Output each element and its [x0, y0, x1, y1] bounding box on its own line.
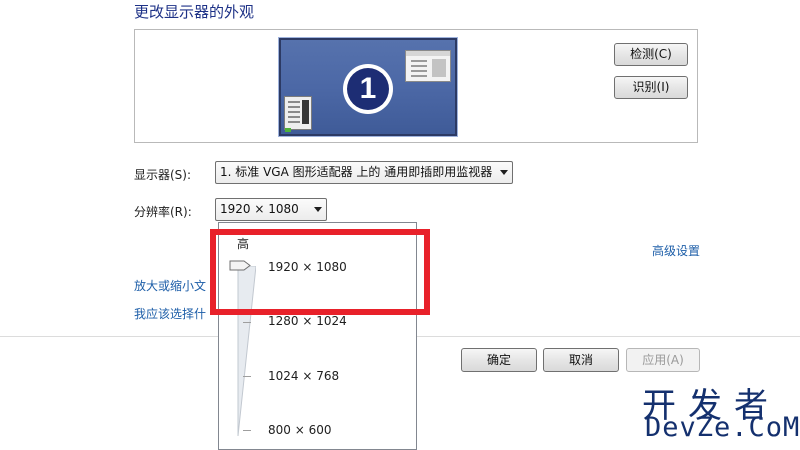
start-button-icon [285, 128, 291, 132]
identify-button[interactable]: 识别(I) [614, 76, 688, 99]
monitor-number-badge: 1 [343, 64, 393, 114]
mini-window-icon [405, 50, 451, 82]
display-label: 显示器(S): [134, 168, 192, 182]
which-settings-link[interactable]: 我应该选择什 [134, 305, 206, 322]
watermark-url: DevZe.CoM [645, 412, 800, 443]
resolution-label: 分辨率(R): [134, 205, 192, 219]
cancel-button[interactable]: 取消 [543, 348, 619, 372]
resolution-option[interactable]: 1280 × 1024 [268, 314, 347, 328]
chevron-down-icon [314, 207, 322, 212]
resolution-option[interactable]: 1024 × 768 [268, 369, 339, 383]
advanced-settings-link[interactable]: 高级设置 [652, 242, 700, 259]
slider-tick [243, 322, 251, 323]
highlight-annotation [210, 229, 430, 315]
resolution-select[interactable]: 1920 × 1080 [215, 198, 327, 221]
resolution-option[interactable]: 800 × 600 [268, 423, 332, 437]
display-select-value: 1. 标准 VGA 图形适配器 上的 通用即插即用监视器 [220, 165, 493, 179]
ok-button[interactable]: 确定 [461, 348, 537, 372]
apply-button[interactable]: 应用(A) [626, 348, 700, 372]
monitor-number: 1 [347, 68, 389, 110]
mini-panel-icon [284, 96, 312, 130]
slider-tick [243, 376, 251, 377]
page-title: 更改显示器的外观 [134, 3, 255, 21]
display-select[interactable]: 1. 标准 VGA 图形适配器 上的 通用即插即用监视器 [215, 161, 513, 184]
resolution-select-value: 1920 × 1080 [220, 202, 299, 216]
detect-button[interactable]: 检测(C) [614, 43, 688, 66]
text-size-link[interactable]: 放大或缩小文 [134, 277, 206, 294]
slider-tick [243, 430, 251, 431]
chevron-down-icon [500, 170, 508, 175]
